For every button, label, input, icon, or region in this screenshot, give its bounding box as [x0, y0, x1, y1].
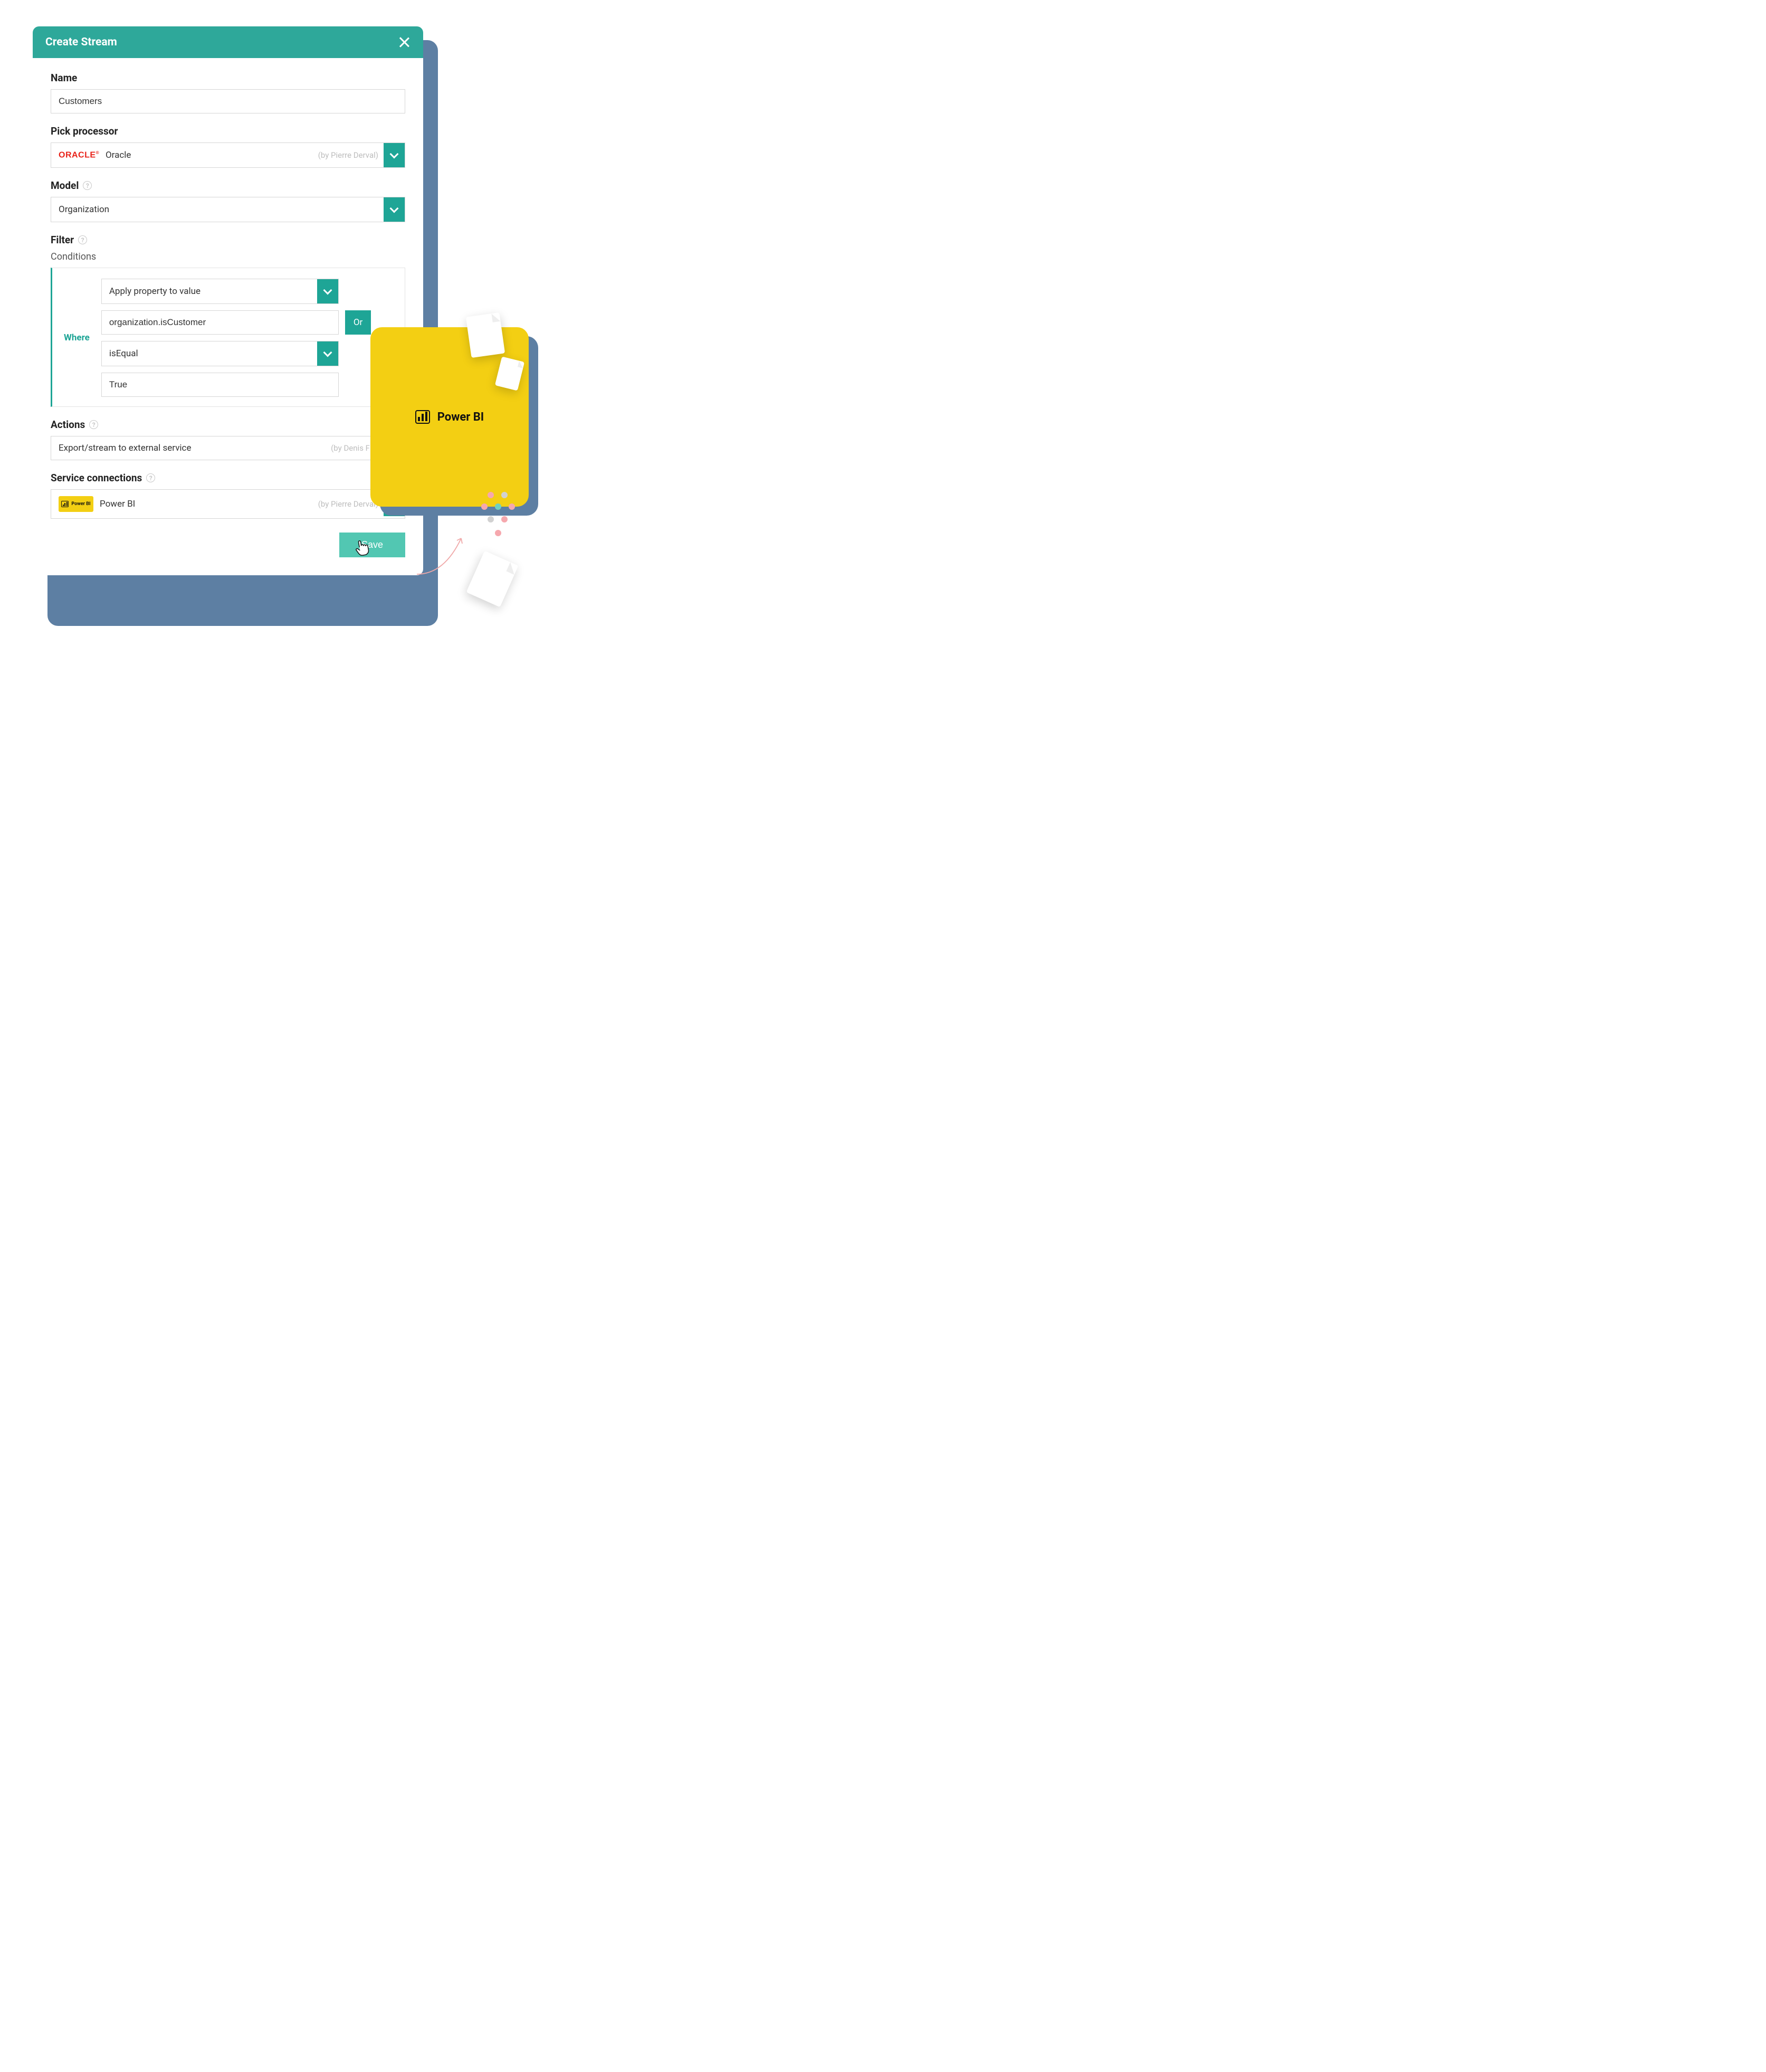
dialog-title: Create Stream: [45, 36, 117, 49]
condition-property-input[interactable]: [101, 310, 339, 335]
help-icon[interactable]: ?: [78, 235, 87, 244]
powerbi-card-label: Power BI: [437, 411, 484, 424]
condition-operator-select[interactable]: isEqual: [101, 341, 339, 366]
chevron-down-icon[interactable]: [384, 143, 405, 167]
model-select[interactable]: Organization: [51, 197, 405, 222]
actions-value: Export/stream to external service: [59, 443, 191, 453]
oracle-logo-icon: ORACLE®: [59, 150, 99, 160]
powerbi-logo-icon: [415, 410, 430, 424]
model-value: Organization: [59, 204, 109, 215]
processor-label: Pick processor: [51, 125, 405, 137]
chevron-down-icon[interactable]: [317, 341, 338, 366]
close-icon[interactable]: [398, 36, 411, 49]
help-icon[interactable]: ?: [89, 420, 98, 429]
service-value: Power BI: [100, 499, 135, 509]
processor-author: (by Pierre Derval): [318, 150, 378, 160]
actions-label: Actions ?: [51, 419, 405, 431]
powerbi-card: Power BI: [370, 327, 529, 507]
filter-label: Filter ?: [51, 234, 405, 246]
condition-type-select[interactable]: Apply property to value: [101, 279, 339, 304]
help-icon[interactable]: ?: [146, 473, 155, 482]
model-label: Model ?: [51, 179, 405, 192]
decorative-dots: [478, 492, 536, 550]
dialog-header: Create Stream: [33, 26, 423, 58]
service-select[interactable]: Power BI Power BI (by Pierre Derval): [51, 489, 405, 519]
conditions-label: Conditions: [51, 251, 405, 262]
name-label: Name: [51, 72, 405, 84]
service-author: (by Pierre Derval): [318, 499, 378, 509]
save-button[interactable]: Save: [339, 533, 405, 557]
chevron-down-icon[interactable]: [384, 197, 405, 222]
powerbi-badge-icon: Power BI: [59, 496, 93, 512]
condition-value-input[interactable]: [101, 373, 339, 397]
arrow-icon: [413, 532, 476, 578]
help-icon[interactable]: ?: [83, 181, 92, 190]
conditions-box: Where Apply property to value Or: [51, 268, 405, 407]
where-label: Where: [64, 332, 90, 343]
chevron-down-icon[interactable]: [317, 279, 338, 303]
actions-row[interactable]: Export/stream to external service (by De…: [51, 436, 405, 460]
name-input[interactable]: [51, 89, 405, 113]
document-icon: [466, 312, 505, 358]
processor-select[interactable]: ORACLE® Oracle (by Pierre Derval): [51, 142, 405, 168]
service-label: Service connections ?: [51, 472, 405, 484]
create-stream-dialog: Create Stream Name Pick processor ORACLE…: [33, 26, 423, 575]
processor-value: Oracle: [106, 150, 131, 160]
or-button[interactable]: Or: [345, 310, 371, 335]
